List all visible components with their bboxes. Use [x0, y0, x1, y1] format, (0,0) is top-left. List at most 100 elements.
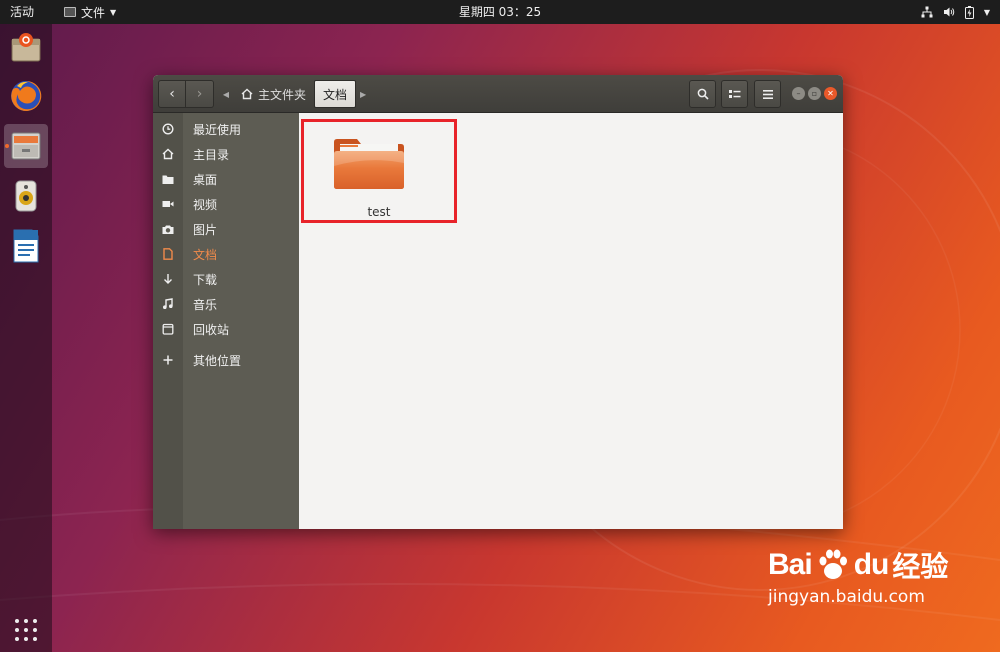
path-crumb-home-label: 主文件夹 — [258, 87, 307, 102]
activities-button[interactable]: 活动 — [0, 0, 44, 24]
sidebar-item-label: 最近使用 — [193, 122, 242, 137]
app-menu-label: 文件 — [81, 5, 106, 20]
file-item-name: test — [367, 205, 391, 219]
minimize-button[interactable]: – — [792, 87, 805, 100]
grid-dot — [15, 628, 19, 632]
home-icon — [162, 148, 174, 160]
dock-item-firefox[interactable] — [4, 74, 48, 118]
network-icon — [921, 6, 933, 18]
sidebar-item-recent[interactable]: 最近使用 — [153, 117, 299, 141]
document-icon — [13, 229, 39, 263]
grid-dot — [15, 637, 19, 641]
search-button[interactable] — [689, 80, 716, 108]
running-indicator — [5, 144, 9, 148]
dock-item-rhythmbox[interactable] — [4, 174, 48, 218]
sidebar-item-videos[interactable]: 视频 — [153, 192, 299, 216]
sidebar-item-label: 图片 — [193, 222, 218, 237]
sidebar-item-label: 视频 — [193, 197, 218, 212]
minimize-icon: – — [796, 89, 801, 98]
app-menu[interactable]: 文件 ▼ — [44, 0, 116, 24]
forward-button[interactable]: › — [186, 80, 214, 108]
sidebar-item-desktop[interactable]: 桌面 — [153, 167, 299, 191]
path-scroll-left-icon[interactable]: ◀ — [219, 90, 233, 99]
sidebar-item-label: 下载 — [193, 272, 218, 287]
grid-dot — [33, 637, 37, 641]
grid-dot — [24, 628, 28, 632]
sidebar-item-pictures[interactable]: 图片 — [153, 217, 299, 241]
sidebar-item-label: 音乐 — [193, 297, 218, 312]
firefox-icon — [11, 80, 42, 111]
grid-dot — [24, 619, 28, 623]
dock-item-libreoffice-writer[interactable] — [4, 224, 48, 268]
caret-down-icon: ▼ — [110, 7, 117, 17]
dock-item-files[interactable] — [4, 124, 48, 168]
sidebar-item-home[interactable]: 主目录 — [153, 142, 299, 166]
path-scroll-right-icon[interactable]: ▶ — [356, 90, 370, 99]
file-view[interactable]: test — [299, 113, 843, 529]
document-icon — [163, 248, 173, 260]
list-view-icon — [728, 90, 740, 98]
back-button[interactable]: ‹ — [158, 80, 186, 108]
music-icon — [163, 298, 173, 309]
watermark-logo-text-end: du — [853, 548, 890, 581]
view-toggle-button[interactable] — [721, 80, 748, 108]
plus-icon — [163, 355, 173, 365]
baidu-watermark: Bai du 经验 jingyan.baidu.com — [768, 545, 993, 630]
sidebar-item-trash[interactable]: 回收站 — [153, 317, 299, 341]
sidebar-item-other-locations[interactable]: 其他位置 — [153, 348, 299, 372]
sidebar-item-label: 文档 — [193, 247, 218, 262]
video-icon — [162, 201, 174, 207]
dock-item-software-installer[interactable] — [4, 26, 48, 70]
sidebar-item-label: 主目录 — [193, 147, 230, 162]
sidebar-item-music[interactable]: 音乐 — [153, 292, 299, 316]
clock-icon — [162, 123, 174, 135]
paw-icon — [819, 549, 847, 579]
path-crumb-current-label: 文档 — [323, 87, 348, 102]
sidebar-item-label: 回收站 — [193, 322, 230, 337]
files-window: ‹ › ◀ 主文件夹 文档 ▶ – ▫ ✕ 最近使用 主目录 桌面 视频 图片 … — [153, 75, 843, 529]
grid-dot — [33, 619, 37, 623]
watermark-logo-text: Bai — [768, 548, 813, 581]
folder-icon — [334, 139, 404, 189]
maximize-icon: ▫ — [811, 89, 818, 98]
file-cabinet-icon — [11, 132, 41, 160]
path-crumb-home[interactable]: 主文件夹 — [233, 80, 314, 108]
sidebar-item-documents[interactable]: 文档 — [153, 242, 299, 266]
sidebar-item-label: 桌面 — [193, 172, 218, 187]
nav-buttons: ‹ › — [158, 80, 214, 108]
path-crumb-current[interactable]: 文档 — [314, 80, 357, 108]
system-tray[interactable]: ▼ — [921, 0, 990, 24]
close-button[interactable]: ✕ — [824, 87, 837, 100]
home-icon — [241, 88, 253, 100]
watermark-cn: 经验 — [892, 550, 949, 583]
file-item-folder[interactable]: test — [301, 119, 457, 223]
clock[interactable]: 星期四 03：25 — [0, 0, 1000, 24]
show-applications-button[interactable] — [14, 618, 38, 642]
dock — [0, 24, 52, 652]
search-icon — [697, 88, 709, 100]
top-bar: 活动 文件 ▼ 星期四 03：25 ▼ — [0, 0, 1000, 24]
file-cabinet-icon — [64, 7, 77, 17]
package-icon — [11, 33, 41, 62]
close-icon: ✕ — [827, 89, 834, 98]
folder-icon — [162, 175, 174, 184]
caret-down-icon: ▼ — [983, 7, 990, 17]
download-icon — [164, 274, 172, 284]
hamburger-menu-icon — [762, 89, 773, 99]
speaker-icon — [15, 180, 37, 212]
camera-icon — [162, 225, 174, 234]
path-bar: ◀ 主文件夹 文档 ▶ — [219, 80, 370, 108]
maximize-button[interactable]: ▫ — [808, 87, 821, 100]
chevron-left-icon: ‹ — [169, 86, 175, 102]
grid-dot — [24, 637, 28, 641]
chevron-right-icon: › — [196, 86, 203, 102]
sidebar-item-label: 其他位置 — [193, 353, 242, 368]
battery-icon — [964, 5, 974, 19]
header-bar: ‹ › ◀ 主文件夹 文档 ▶ – ▫ ✕ — [153, 75, 843, 113]
menu-button[interactable] — [754, 80, 781, 108]
sidebar-item-downloads[interactable]: 下载 — [153, 267, 299, 291]
volume-icon — [943, 7, 955, 17]
grid-dot — [33, 628, 37, 632]
watermark-url: jingyan.baidu.com — [768, 587, 925, 607]
trash-icon — [162, 323, 174, 335]
